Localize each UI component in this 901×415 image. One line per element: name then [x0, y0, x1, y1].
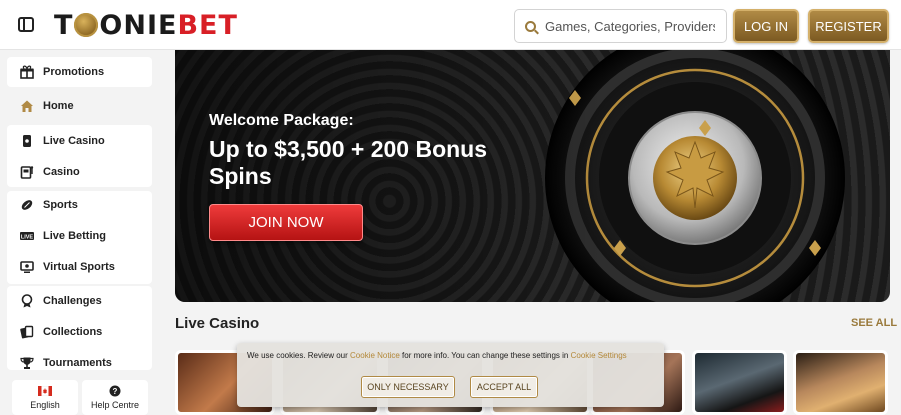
nav-group-home: Home — [7, 92, 152, 120]
sidebar-item-label: Home — [43, 100, 74, 112]
cookie-text-2: for more info. You can change these sett… — [399, 351, 571, 360]
search-input[interactable] — [545, 18, 715, 34]
nav-group-sports: Sports LIVE Live Betting Virtual Sports — [7, 191, 152, 284]
top-header: T ONIE BET LOG IN REGISTER — [0, 0, 901, 50]
toniebet-logo[interactable]: T ONIE BET — [54, 9, 238, 41]
sidebar-item-label: Virtual Sports — [43, 261, 115, 273]
search-box[interactable] — [514, 9, 727, 43]
logo-text-end: BET — [177, 9, 238, 41]
sidebar-item-sports[interactable]: Sports — [7, 191, 152, 219]
hero-banner[interactable]: Welcome Package: Up to $3,500 + 200 Bonu… — [175, 50, 890, 302]
trophy-icon — [20, 356, 34, 370]
hero-title: Up to $3,500 + 200 Bonus Spins — [209, 136, 488, 189]
sidebar-item-label: Promotions — [43, 66, 105, 78]
sidebar-item-home[interactable]: Home — [7, 92, 152, 120]
language-label: English — [30, 400, 60, 410]
cards-icon — [20, 325, 34, 339]
accept-all-button[interactable]: ACCEPT ALL — [470, 376, 538, 398]
svg-text:LIVE: LIVE — [21, 234, 34, 240]
monitor-icon — [20, 260, 34, 274]
live-casino-title: Live Casino — [175, 315, 260, 332]
trophy-badge-icon — [20, 294, 34, 308]
logo-text-start: T — [54, 9, 74, 41]
sidebar-item-label: Challenges — [43, 295, 102, 307]
cookie-notice-link[interactable]: Cookie Notice — [350, 351, 400, 360]
slot-machine-icon — [20, 165, 34, 179]
game-tile[interactable] — [692, 350, 787, 415]
sidebar-item-label: Sports — [43, 199, 78, 211]
live-casino-icon — [20, 134, 34, 148]
cookie-text-1: We use cookies. Review our — [247, 351, 351, 360]
live-badge-icon: LIVE — [20, 229, 34, 243]
nav-group-promotions: Promotions — [7, 57, 152, 87]
sidebar-item-virtual-sports[interactable]: Virtual Sports — [7, 253, 152, 281]
nav-group-extras: Challenges Collections Tournaments — [7, 286, 152, 370]
logo-text-mid: ONIE — [99, 9, 178, 41]
cookie-settings-link[interactable]: Cookie Settings — [571, 351, 627, 360]
sidebar: Promotions Home Live Casino Casino Sport… — [0, 50, 160, 415]
sidebar-item-promotions[interactable]: Promotions — [7, 58, 152, 86]
game-tile[interactable] — [793, 350, 888, 415]
football-icon — [20, 198, 34, 212]
see-all-link[interactable]: SEE ALL — [851, 317, 897, 329]
register-button[interactable]: REGISTER — [808, 9, 889, 43]
cookie-message: We use cookies. Review our Cookie Notice… — [247, 351, 657, 360]
help-centre-button[interactable]: ? Help Centre — [82, 380, 148, 415]
sidebar-toggle-icon[interactable] — [18, 17, 34, 32]
sidebar-item-live-casino[interactable]: Live Casino — [7, 127, 152, 155]
nav-group-casino: Live Casino Casino — [7, 125, 152, 187]
sidebar-item-challenges[interactable]: Challenges — [7, 287, 152, 315]
coin-icon — [74, 13, 99, 37]
sidebar-item-label: Live Betting — [43, 230, 106, 242]
sidebar-item-label: Live Casino — [43, 135, 105, 147]
sidebar-item-label: Tournaments — [43, 357, 112, 369]
sidebar-item-tournaments[interactable]: Tournaments — [7, 349, 152, 377]
only-necessary-button[interactable]: ONLY NECESSARY — [361, 376, 455, 398]
sidebar-item-label: Casino — [43, 166, 80, 178]
language-selector[interactable]: English — [12, 380, 78, 415]
sidebar-item-collections[interactable]: Collections — [7, 318, 152, 346]
sidebar-item-casino[interactable]: Casino — [7, 158, 152, 186]
login-button[interactable]: LOG IN — [733, 9, 799, 43]
question-circle-icon: ? — [109, 385, 121, 397]
gift-icon — [20, 65, 34, 79]
svg-text:?: ? — [113, 387, 118, 396]
join-now-button[interactable]: JOIN NOW — [209, 204, 363, 241]
sidebar-item-live-betting[interactable]: LIVE Live Betting — [7, 222, 152, 250]
search-icon — [525, 20, 536, 32]
cookie-banner: We use cookies. Review our Cookie Notice… — [237, 343, 664, 407]
help-centre-label: Help Centre — [90, 400, 140, 410]
canada-flag-icon — [38, 385, 52, 397]
sidebar-item-label: Collections — [43, 326, 103, 338]
hero-subtitle: Welcome Package: — [209, 112, 354, 129]
home-icon — [20, 99, 34, 113]
